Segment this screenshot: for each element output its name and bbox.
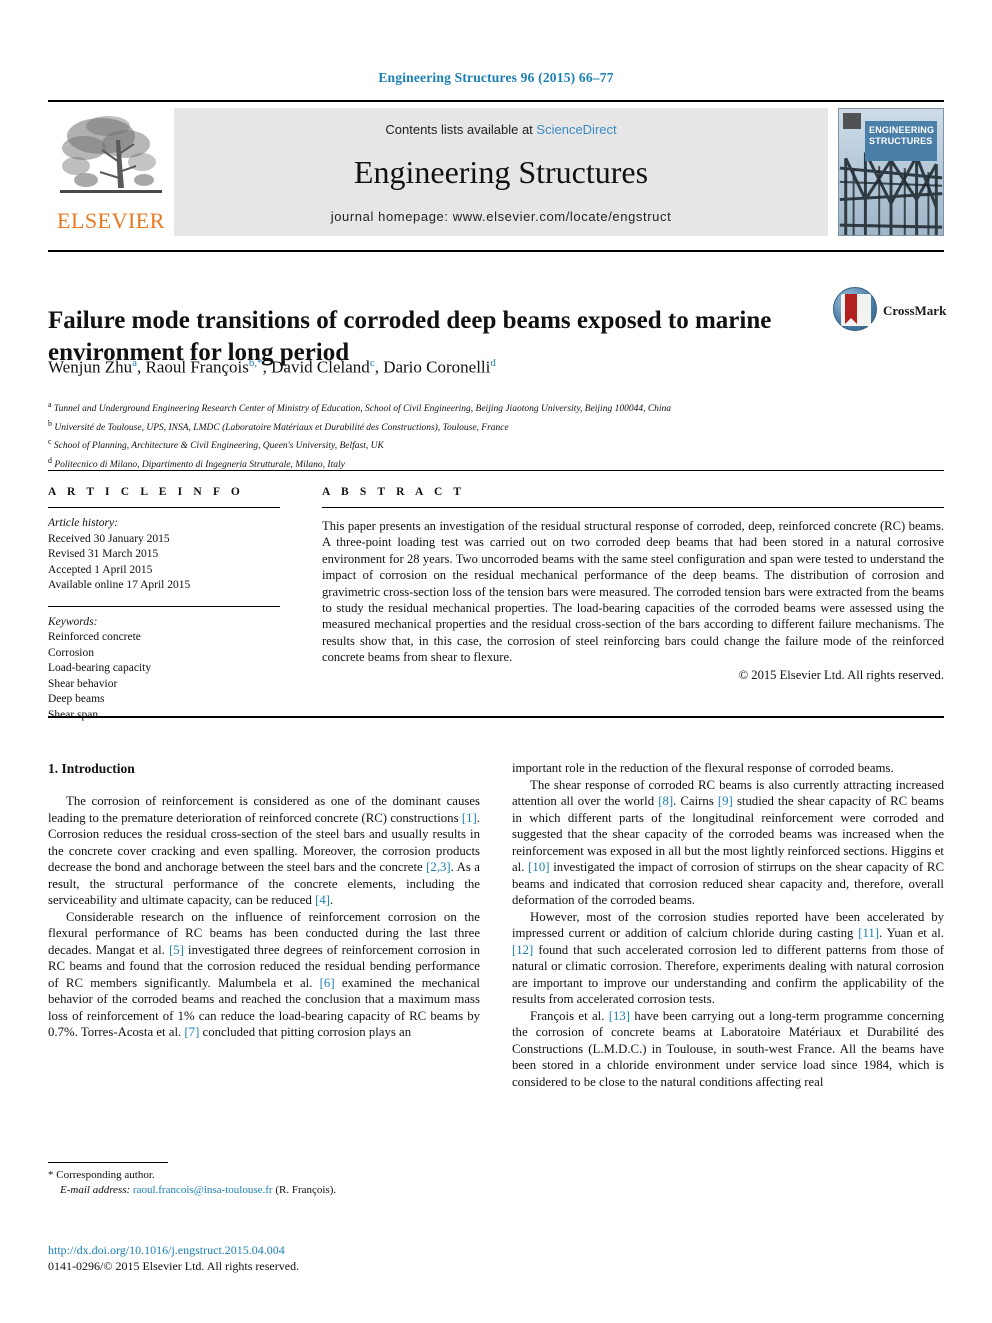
paragraph: François et al. [13] have been carrying …: [512, 1008, 944, 1089]
body-column-left: 1. Introduction The corrosion of reinfor…: [48, 760, 480, 1041]
paragraph: Considerable research on the influence o…: [48, 909, 480, 1040]
left-paragraphs: The corrosion of reinforcement is consid…: [48, 793, 480, 1041]
cover-title: Engineering Structures: [865, 121, 937, 161]
author-name: Raoul François: [145, 357, 249, 377]
citation-link[interactable]: [2,3]: [426, 860, 451, 874]
copyright-line: © 2015 Elsevier Ltd. All rights reserved…: [738, 667, 944, 682]
affiliation-item: b Université de Toulouse, UPS, INSA, LMD…: [48, 418, 509, 433]
info-divider-bottom: [48, 716, 944, 718]
section-heading-introduction: 1. Introduction: [48, 761, 135, 776]
keywords-label: Keywords:: [48, 615, 98, 628]
running-head: Engineering Structures 96 (2015) 66–77: [378, 70, 614, 85]
crossmark-label: CrossMark: [883, 303, 947, 318]
article-history-item: Revised 31 March 2015: [48, 548, 159, 560]
doi-link[interactable]: http://dx.doi.org/10.1016/j.engstruct.20…: [48, 1243, 285, 1257]
author-name: Dario Coronelli: [383, 357, 491, 377]
abstract-column: A B S T R A C T This paper presents an i…: [322, 486, 944, 683]
article-history-item: Accepted 1 April 2015: [48, 563, 153, 576]
journal-masthead: ELSEVIER Contents lists available at Sci…: [48, 100, 944, 239]
paragraph: The corrosion of reinforcement is consid…: [48, 794, 480, 907]
contents-prefix: Contents lists available at: [385, 122, 533, 137]
contents-list-line: Contents lists available at ScienceDirec…: [174, 122, 828, 137]
email-line: E-mail address: raoul.francois@insa-toul…: [48, 1183, 480, 1198]
author-affiliation-marker: a: [132, 357, 137, 369]
right-paragraphs: important role in the reduction of the f…: [512, 760, 944, 1090]
affiliation-item: c School of Planning, Architecture & Civ…: [48, 437, 384, 452]
paragraph: The shear response of corroded RC beams …: [512, 777, 944, 908]
author-affiliation-marker: c: [369, 357, 375, 369]
footnote-divider: [48, 1162, 168, 1163]
body-column-right: important role in the reduction of the f…: [512, 760, 944, 1090]
keyword-item: Deep beams: [48, 693, 105, 705]
keyword-item: Load-bearing capacity: [48, 662, 152, 674]
keyword-item: Reinforced concrete: [48, 631, 141, 643]
corresponding-author-note: * Corresponding author.: [48, 1168, 480, 1183]
paragraph: However, most of the corrosion studies r…: [512, 909, 944, 1007]
crossmark-badge[interactable]: CrossMark: [833, 287, 947, 335]
citation-link[interactable]: [10]: [528, 860, 549, 874]
author-affiliation-marker: d: [490, 357, 496, 369]
citation-link[interactable]: [4]: [315, 893, 330, 907]
abstract-text: This paper presents an investigation of …: [322, 519, 944, 665]
citation-link[interactable]: [6]: [320, 976, 335, 990]
keywords-block: Keywords: Reinforced concrete Corrosion Lo…: [48, 615, 280, 724]
citation-link[interactable]: [9]: [718, 794, 733, 808]
elsevier-wordmark: ELSEVIER: [57, 208, 165, 233]
keyword-item: Shear behavior: [48, 677, 118, 690]
sciencedirect-link[interactable]: ScienceDirect: [536, 122, 616, 137]
article-info-rule: [48, 507, 280, 508]
journal-cover-thumbnail: Engineering Structures: [838, 108, 944, 236]
abstract-heading: A B S T R A C T: [322, 486, 466, 498]
cover-publisher-badge: [843, 113, 861, 129]
journal-title: Engineering Structures: [353, 154, 649, 190]
citation-link[interactable]: [5]: [169, 943, 184, 957]
abstract-rule: [322, 507, 944, 508]
citation-link[interactable]: [11]: [858, 926, 879, 940]
page-footer: http://dx.doi.org/10.1016/j.engstruct.20…: [48, 1243, 548, 1274]
citation-link[interactable]: [7]: [184, 1025, 199, 1039]
affiliation-item: a Tunnel and Underground Engineering Res…: [48, 400, 672, 415]
masthead-center: Contents lists available at ScienceDirec…: [174, 108, 828, 236]
citation-link[interactable]: [13]: [609, 1009, 630, 1023]
crossmark-icon: [833, 287, 877, 331]
author-name: Wenjun Zhu: [48, 357, 133, 377]
keywords-items: Reinforced concrete Corrosion Load-bearing…: [48, 630, 280, 723]
corresponding-text: Corresponding author.: [56, 1169, 155, 1181]
article-history-label: Article history:: [48, 517, 118, 529]
email-suffix: (R. François).: [275, 1184, 337, 1196]
corresponding-marker: *: [48, 1169, 54, 1181]
title-divider: [48, 250, 944, 252]
affiliation-list: a Tunnel and Underground Engineering Res…: [48, 398, 928, 473]
citation-link[interactable]: [1]: [462, 811, 477, 825]
article-page: Engineering Structures 96 (2015) 66–77 E…: [0, 0, 992, 1323]
info-divider-top: [48, 470, 944, 471]
article-history-item: Received 30 January 2015: [48, 532, 170, 545]
author-name: David Cleland: [271, 357, 370, 377]
elsevier-tree-icon: [60, 116, 162, 193]
article-history-item: Available online 17 April 2015: [48, 579, 191, 591]
article-history: Article history: Received 30 January 201…: [48, 516, 280, 594]
article-info-column: A R T I C L E I N F O Article history: R…: [48, 486, 280, 723]
footnote-block: * Corresponding author. E-mail address: …: [48, 1168, 480, 1198]
keyword-item: Corrosion: [48, 646, 94, 659]
author-affiliation-marker: b,*: [248, 357, 263, 369]
journal-homepage[interactable]: journal homepage: www.elsevier.com/locat…: [174, 209, 828, 224]
citation-link[interactable]: [8]: [658, 794, 673, 808]
elsevier-logo: ELSEVIER: [48, 108, 174, 236]
email-label: E-mail address:: [60, 1184, 131, 1196]
article-info-heading: A R T I C L E I N F O: [48, 486, 244, 498]
keywords-rule: [48, 605, 280, 607]
author-list: Wenjun Zhua, Raoul Françoisb,*, David Cl…: [48, 357, 496, 377]
citation-link[interactable]: [12]: [512, 943, 533, 957]
email-link[interactable]: raoul.francois@insa-toulouse.fr: [133, 1184, 273, 1196]
article-history-items: Received 30 January 2015 Revised 31 March…: [48, 532, 280, 594]
paragraph: important role in the reduction of the f…: [512, 761, 894, 775]
issn-copyright-line: 0141-0296/© 2015 Elsevier Ltd. All right…: [48, 1258, 300, 1273]
